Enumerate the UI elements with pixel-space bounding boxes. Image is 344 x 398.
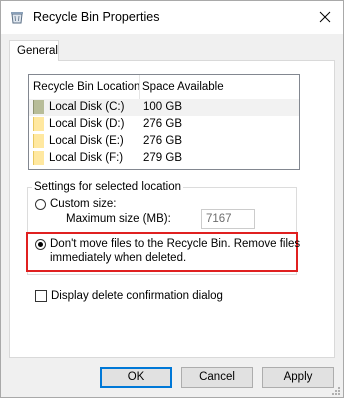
list-item[interactable]: Local Disk (F:) 279 GB	[29, 150, 299, 167]
column-header-location[interactable]: Recycle Bin Location	[33, 75, 140, 99]
space-cell: 100 GB	[143, 101, 182, 113]
apply-button[interactable]: Apply	[262, 367, 334, 388]
settings-group-label: Settings for selected location	[32, 181, 184, 193]
confirm-checkbox[interactable]	[35, 290, 47, 302]
dont-move-label-line2[interactable]: immediately when deleted.	[50, 252, 186, 265]
title-bar[interactable]: Recycle Bin Properties	[1, 1, 343, 34]
ok-button[interactable]: OK	[100, 367, 172, 388]
close-button[interactable]	[311, 5, 339, 29]
column-divider[interactable]	[139, 75, 140, 99]
space-cell: 279 GB	[143, 152, 182, 164]
max-size-label: Maximum size (MB):	[66, 213, 171, 225]
column-header-space[interactable]: Space Available	[142, 75, 224, 99]
resize-grip-icon[interactable]	[331, 386, 341, 396]
cancel-button[interactable]: Cancel	[181, 367, 253, 388]
radio-selected-dot	[38, 242, 43, 247]
max-size-input[interactable]: 7167	[201, 209, 255, 229]
list-item[interactable]: Local Disk (E:) 276 GB	[29, 133, 299, 150]
location-cell: Local Disk (F:)	[49, 152, 124, 164]
drive-icon	[33, 134, 44, 148]
location-list[interactable]: Recycle Bin Location Space Available Loc…	[28, 74, 300, 170]
dont-move-label-line1[interactable]: Don't move files to the Recycle Bin. Rem…	[50, 238, 300, 251]
close-icon	[319, 11, 331, 23]
space-cell: 276 GB	[143, 135, 182, 147]
space-cell: 276 GB	[143, 118, 182, 130]
location-cell: Local Disk (E:)	[49, 135, 124, 147]
custom-size-radio[interactable]	[35, 199, 46, 210]
drive-icon	[33, 151, 44, 165]
confirm-checkbox-label[interactable]: Display delete confirmation dialog	[51, 290, 223, 303]
drive-icon	[33, 100, 44, 114]
tab-general[interactable]: General	[9, 40, 59, 61]
recycle-bin-icon	[10, 10, 24, 24]
drive-icon	[33, 117, 44, 131]
list-item[interactable]: Local Disk (D:) 276 GB	[29, 116, 299, 133]
window-title: Recycle Bin Properties	[33, 10, 160, 24]
location-cell: Local Disk (C:)	[49, 101, 125, 113]
dont-move-radio[interactable]	[35, 239, 46, 250]
location-cell: Local Disk (D:)	[49, 118, 125, 130]
list-item[interactable]: Local Disk (C:) 100 GB	[29, 99, 299, 116]
recycle-bin-properties-window: Recycle Bin Properties General Recycle B…	[0, 0, 344, 398]
custom-size-label[interactable]: Custom size:	[50, 198, 116, 211]
